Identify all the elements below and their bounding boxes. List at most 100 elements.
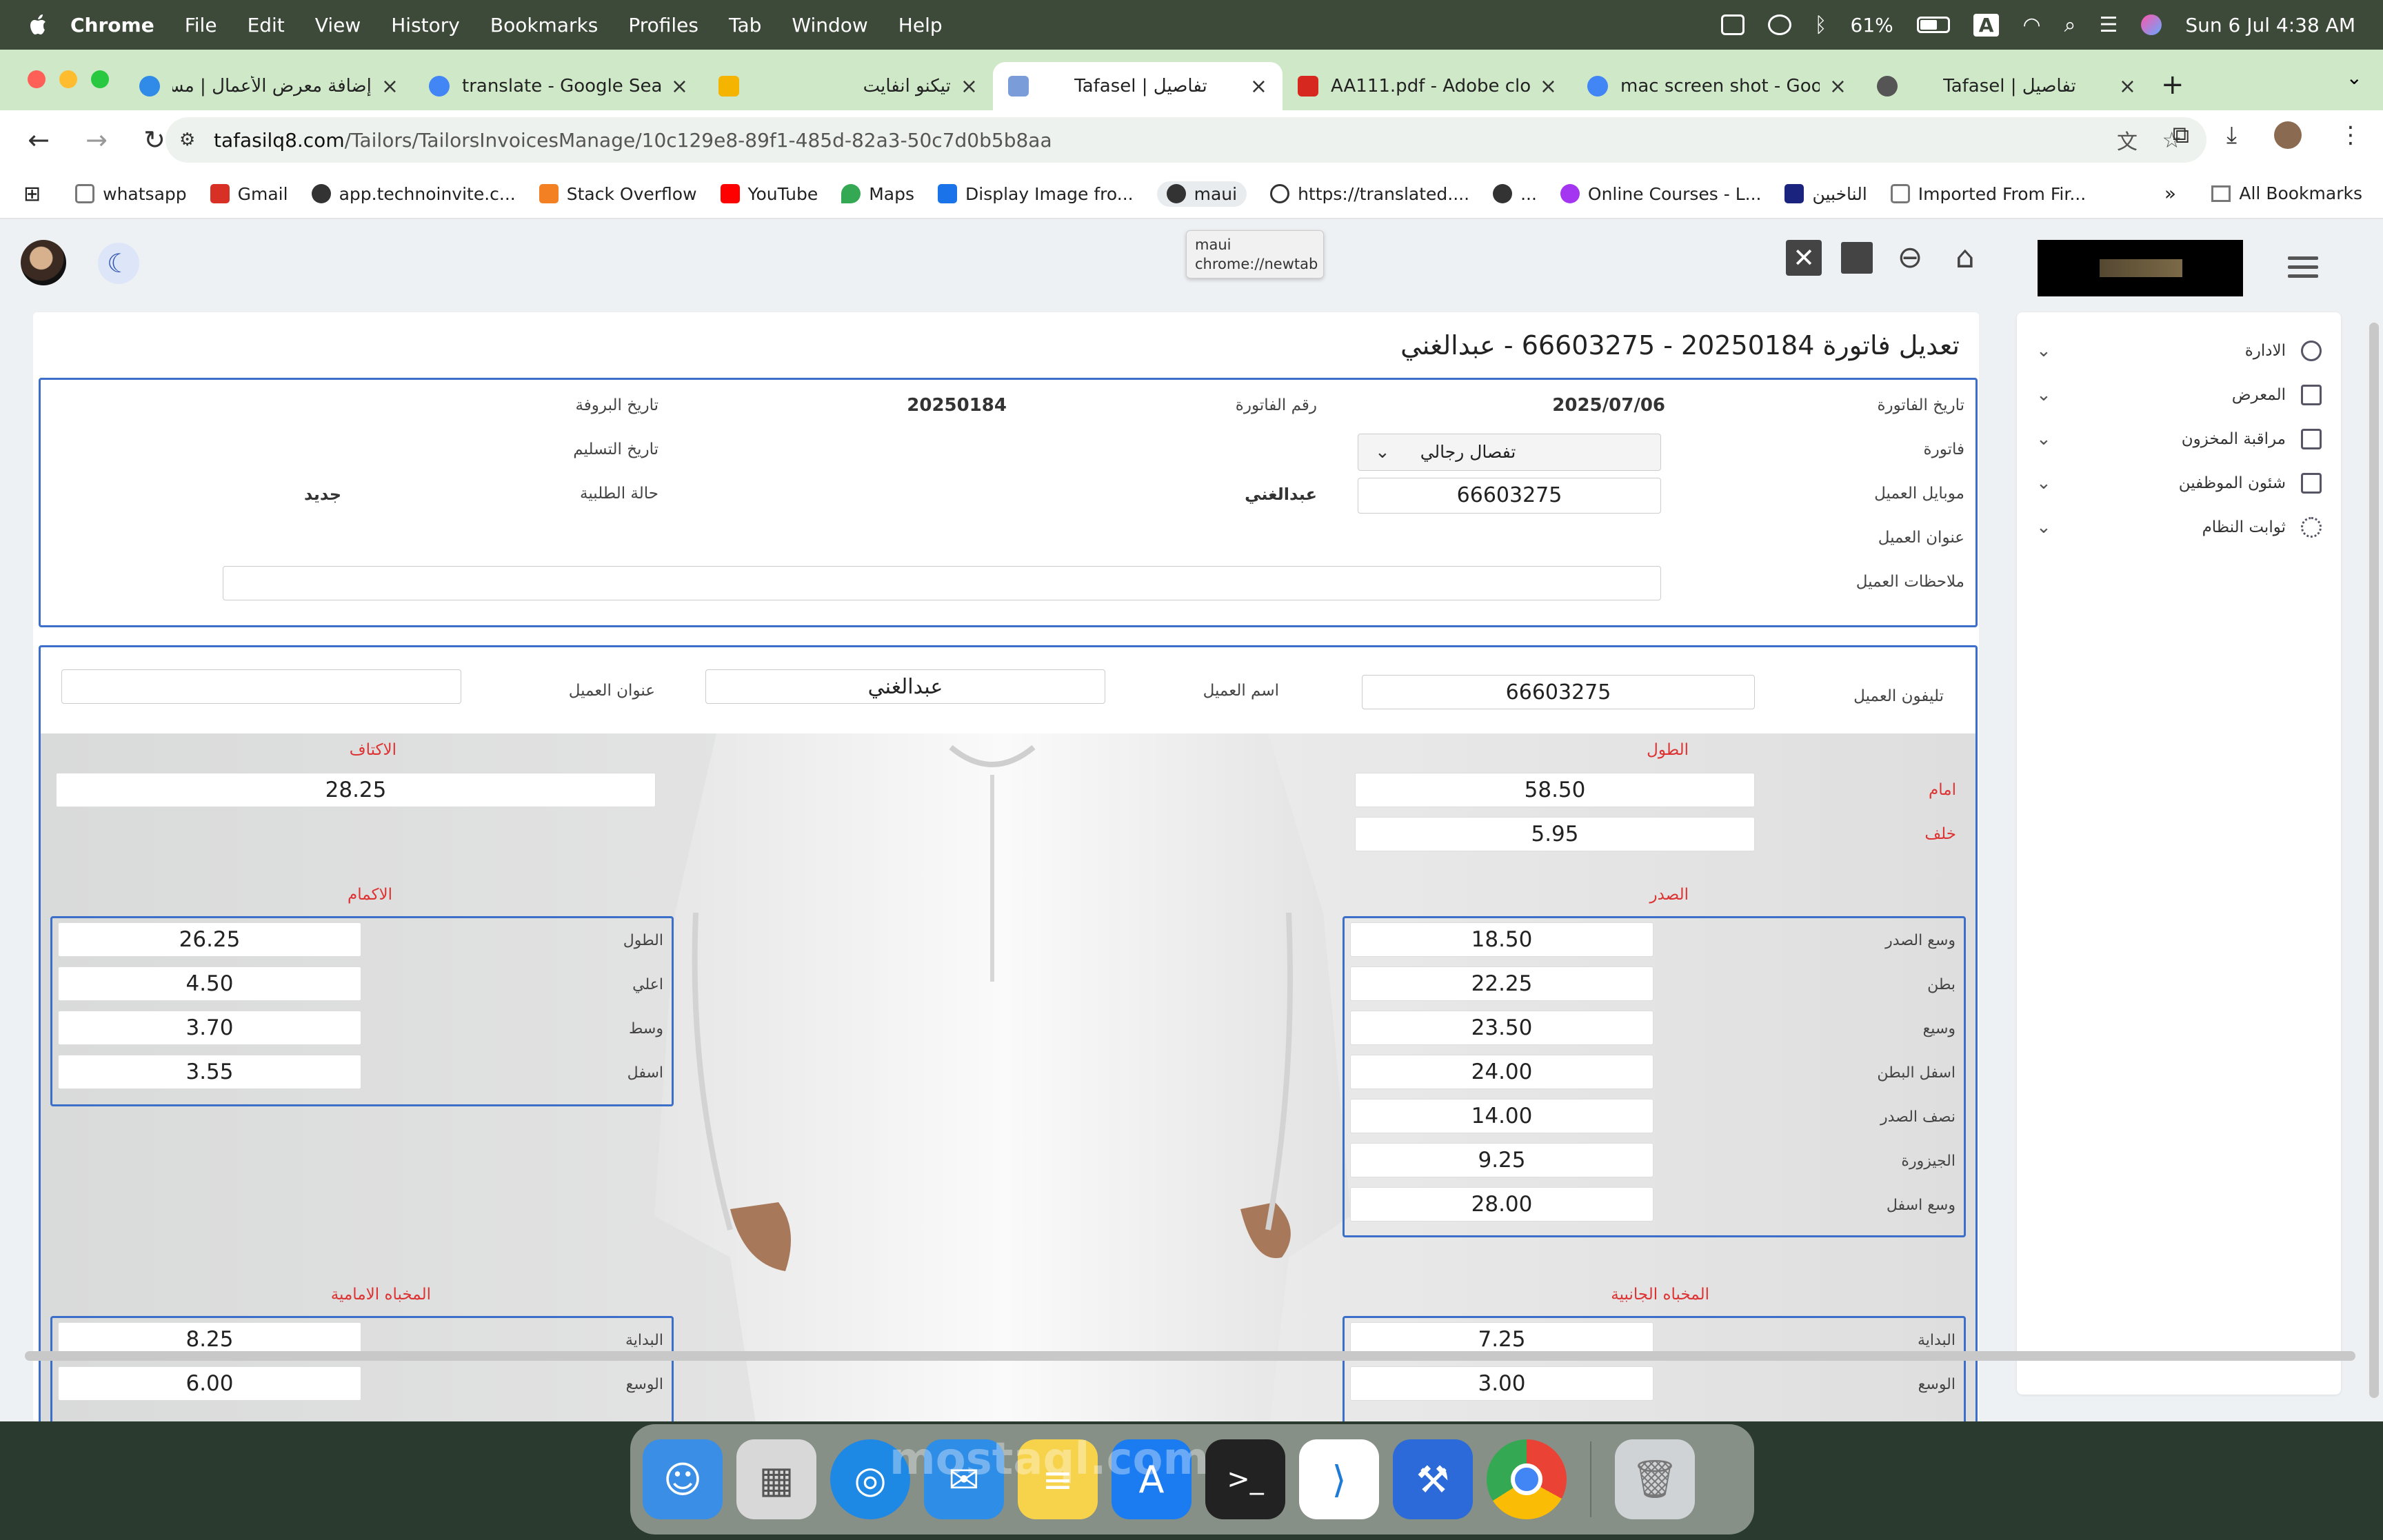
control-center-icon[interactable]: ☰	[2099, 13, 2118, 37]
bookmark-item[interactable]: whatsapp	[75, 184, 187, 204]
browser-tab[interactable]: AA111.pdf - Adobe cloud s ×	[1283, 62, 1572, 110]
length-back-input[interactable]: 5.95	[1355, 817, 1755, 851]
menu-help[interactable]: Help	[898, 14, 943, 37]
jizoura-input[interactable]: 9.25	[1350, 1143, 1653, 1177]
sidebar-item-employees[interactable]: ⌄ شئون الموظفين	[2017, 461, 2341, 505]
invoice-type-select[interactable]: تفصال رجالي ⌄	[1358, 434, 1661, 471]
chest-width-input[interactable]: 18.50	[1350, 922, 1653, 957]
bottom-width-input[interactable]: 28.00	[1350, 1187, 1653, 1222]
customer-notes-input[interactable]	[223, 566, 1661, 600]
belly-input[interactable]: 22.25	[1350, 966, 1653, 1001]
input-source-indicator[interactable]: A	[1973, 13, 2000, 37]
siri-icon[interactable]	[2141, 14, 2162, 35]
bluetooth-icon[interactable]: ᛒ	[1815, 13, 1827, 37]
back-circle-icon[interactable]: ⊖	[1892, 240, 1928, 276]
hamburger-menu-icon[interactable]	[2288, 256, 2318, 283]
length-front-input[interactable]: 58.50	[1355, 773, 1755, 807]
launchpad-icon[interactable]: ▦	[736, 1439, 816, 1519]
back-arrow-icon[interactable]: ←	[19, 125, 58, 155]
close-tab-icon[interactable]: ×	[961, 74, 978, 99]
browser-tab[interactable]: translate - Google Search ×	[414, 62, 703, 110]
customer-address-input[interactable]	[61, 669, 461, 704]
sleeve-top-input[interactable]: 4.50	[58, 966, 361, 1001]
sidebar-item-administration[interactable]: ⌄ الادارة	[2017, 329, 2341, 373]
address-bar[interactable]: ⚙ tafasilq8.com/Tailors/TailorsInvoicesM…	[165, 117, 2206, 163]
menu-tab[interactable]: Tab	[729, 14, 761, 37]
half-chest-input[interactable]: 14.00	[1350, 1099, 1653, 1133]
zoom-window-button[interactable]	[91, 70, 109, 88]
menubar-clock[interactable]: Sun 6 Jul 4:38 AM	[2185, 14, 2355, 37]
all-bookmarks-button[interactable]: All Bookmarks	[2211, 183, 2362, 203]
terminal-icon[interactable]: >_	[1205, 1439, 1285, 1519]
trash-icon[interactable]: 🗑	[1615, 1439, 1695, 1519]
stop-square-icon[interactable]	[1841, 242, 1873, 274]
sleeve-bottom-input[interactable]: 3.55	[58, 1055, 361, 1089]
shoulders-input[interactable]: 28.25	[56, 773, 656, 807]
battery-icon[interactable]	[1916, 17, 1950, 33]
menu-edit[interactable]: Edit	[248, 14, 285, 37]
more-bookmarks-chevron-icon[interactable]: »	[2164, 182, 2176, 205]
bookmark-item[interactable]: ...	[1493, 184, 1537, 204]
download-icon[interactable]: ⤓	[2226, 121, 2237, 149]
translate-icon[interactable]: 文	[2117, 125, 2138, 155]
bookmark-item[interactable]: Display Image fro...	[938, 184, 1134, 204]
vscode-icon[interactable]: ⟩	[1299, 1439, 1379, 1519]
wifi-icon[interactable]: ◠	[2022, 13, 2040, 37]
forward-arrow-icon[interactable]: →	[77, 125, 116, 155]
bookmark-item[interactable]: YouTube	[720, 184, 818, 204]
menu-bookmarks[interactable]: Bookmarks	[490, 14, 598, 37]
horizontal-scrollbar[interactable]	[25, 1351, 2355, 1361]
lower-belly-input[interactable]: 24.00	[1350, 1055, 1653, 1089]
bookmark-item[interactable]: https://translated....	[1270, 184, 1469, 204]
bookmark-item[interactable]: Online Courses - L...	[1560, 184, 1761, 204]
airplay-icon[interactable]	[1767, 14, 1791, 35]
user-avatar[interactable]	[21, 240, 66, 285]
bookmark-item[interactable]: Gmail	[210, 184, 288, 204]
close-tab-icon[interactable]: ×	[381, 74, 399, 99]
close-window-button[interactable]	[28, 70, 46, 88]
bookmark-item[interactable]: Maps	[841, 184, 914, 204]
bookmark-item-maui[interactable]: maui	[1156, 181, 1247, 207]
sleeve-length-input[interactable]: 26.25	[58, 922, 361, 957]
browser-tab[interactable]: إضافة معرض الأعمال | مستقل ×	[124, 62, 414, 110]
close-tab-icon[interactable]: ×	[1829, 74, 1847, 99]
side-pocket-width-input[interactable]: 3.00	[1350, 1366, 1653, 1401]
tab-search-chevron-icon[interactable]: ⌄	[2346, 66, 2362, 89]
home-icon[interactable]: ⌂	[1947, 240, 1983, 276]
bookmark-item[interactable]: Imported From Fir...	[1890, 184, 2086, 204]
vertical-scrollbar[interactable]	[2369, 323, 2379, 1398]
chrome-icon[interactable]	[1487, 1439, 1567, 1519]
close-tab-icon[interactable]: ×	[2119, 74, 2136, 99]
sidebar-item-inventory[interactable]: ⌄ مراقبة المخزون	[2017, 417, 2341, 461]
spotlight-search-icon[interactable]: ⌕	[2064, 13, 2076, 37]
menu-view[interactable]: View	[315, 14, 361, 37]
menu-app-chrome[interactable]: Chrome	[70, 14, 154, 37]
browser-tab[interactable]: Tafasel | تفاصيل ×	[1862, 62, 2151, 110]
apple-icon[interactable]	[25, 11, 52, 39]
new-tab-button[interactable]: +	[2161, 69, 2184, 101]
sidebar-item-showroom[interactable]: ⌄ المعرض	[2017, 373, 2341, 417]
browser-tab[interactable]: mac screen shot - Google ×	[1572, 62, 1862, 110]
close-tab-icon[interactable]: ×	[671, 74, 688, 99]
browser-tab[interactable]: تيكنو انفايت ×	[703, 62, 993, 110]
xcode-tools-icon[interactable]: ⚒	[1393, 1439, 1473, 1519]
menu-window[interactable]: Window	[792, 14, 867, 37]
menu-history[interactable]: History	[391, 14, 460, 37]
sidebar-item-settings[interactable]: ⌄ ثوابت النظام	[2017, 505, 2341, 549]
chrome-menu-icon[interactable]: ⋮	[2339, 121, 2362, 149]
dark-mode-moon-icon[interactable]: ☾	[98, 243, 139, 284]
sleeve-middle-input[interactable]: 3.70	[58, 1011, 361, 1045]
front-pocket-width-input[interactable]: 6.00	[58, 1366, 361, 1401]
brand-logo[interactable]	[2038, 240, 2243, 296]
site-info-icon[interactable]: ⚙	[179, 130, 195, 150]
profile-avatar[interactable]	[2274, 121, 2302, 149]
extensions-icon[interactable]: ⧉	[2173, 121, 2189, 149]
status-app-icon[interactable]	[1720, 14, 1744, 35]
browser-tab-active[interactable]: Tafasel | تفاصيل ×	[993, 62, 1283, 110]
close-tab-icon[interactable]: ×	[1250, 74, 1267, 99]
close-x-icon[interactable]: ✕	[1786, 240, 1822, 276]
wide-input[interactable]: 23.50	[1350, 1011, 1653, 1045]
menu-profiles[interactable]: Profiles	[628, 14, 698, 37]
apps-grid-icon[interactable]: ⊞	[23, 182, 41, 206]
bookmark-item[interactable]: الناخبين	[1784, 184, 1867, 204]
